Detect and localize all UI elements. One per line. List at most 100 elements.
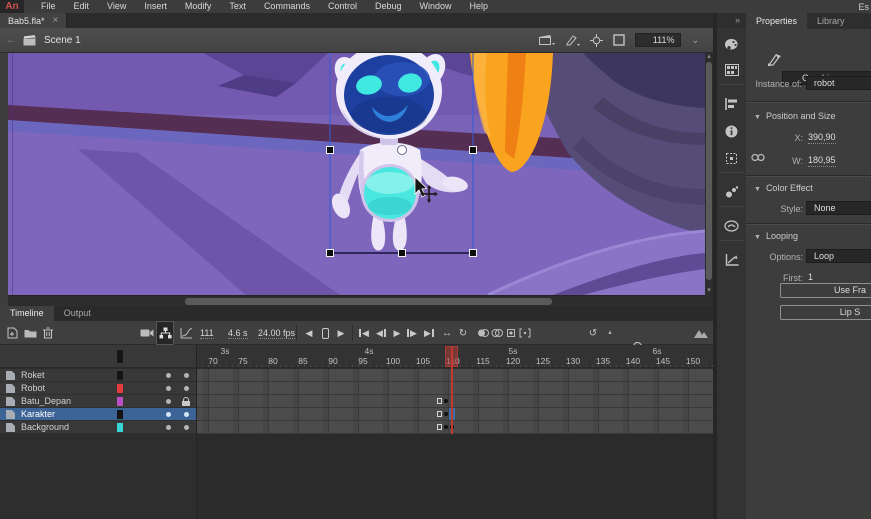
edit-scene-button[interactable] — [539, 34, 555, 46]
go-to-last-frame-button[interactable]: ▶ — [421, 321, 437, 345]
menu-insert[interactable]: Insert — [135, 0, 176, 13]
w-value[interactable]: 180,95 — [808, 155, 836, 167]
loop-options-dropdown[interactable]: Loop — [806, 249, 871, 263]
frame-row-roket[interactable] — [197, 369, 713, 382]
clip-content-button[interactable] — [613, 34, 625, 46]
layer-visibility-toggle[interactable] — [166, 386, 171, 391]
menu-view[interactable]: View — [98, 0, 135, 13]
layer-lock-toggle[interactable] — [184, 412, 189, 417]
collapse-panels-icon[interactable]: » — [735, 15, 739, 25]
layer-lock-toggle[interactable] — [184, 386, 189, 391]
layer-row-background[interactable]: Background — [0, 421, 197, 434]
pause-button[interactable] — [318, 321, 332, 345]
color-effect-section-header[interactable]: ▼Color Effect — [754, 183, 813, 193]
looping-section-header[interactable]: ▼Looping — [754, 231, 798, 241]
stage-horizontal-scrollbar[interactable] — [8, 295, 705, 306]
stage-canvas[interactable] — [8, 53, 705, 295]
step-back-one-frame-button[interactable]: ◀ — [373, 321, 389, 345]
layer-lock-toggle[interactable] — [184, 373, 189, 378]
layer-outline-swatch[interactable] — [117, 384, 123, 393]
menu-window[interactable]: Window — [411, 0, 461, 13]
layer-name[interactable]: Robot — [21, 383, 45, 393]
workspace-switcher[interactable]: Es — [858, 2, 871, 12]
layer-name[interactable]: Batu_Depan — [21, 396, 71, 406]
frame-row-robot[interactable] — [197, 382, 713, 395]
layer-outline-swatch[interactable] — [117, 371, 123, 380]
layer-outline-swatch[interactable] — [117, 410, 123, 419]
zoom-dropdown-chevron-icon[interactable]: ⌄ — [691, 35, 699, 46]
zoom-level-field[interactable]: 111% — [635, 33, 681, 47]
swatches-panel-icon[interactable] — [717, 58, 746, 82]
tab-output[interactable]: Output — [54, 306, 101, 321]
frame-row-batu-depan[interactable] — [197, 395, 713, 408]
outline-column-header[interactable] — [117, 350, 123, 363]
layer-row-robot[interactable]: Robot — [0, 382, 197, 395]
keyframe-dot[interactable] — [444, 425, 448, 429]
cc-libraries-panel-icon[interactable] — [717, 214, 746, 238]
layer-visibility-toggle[interactable] — [166, 412, 171, 417]
motion-editor-panel-icon[interactable] — [717, 248, 746, 272]
loop-playback-button[interactable]: ↻ — [456, 321, 470, 345]
elapsed-time-field[interactable]: 4.6 s — [228, 328, 248, 339]
current-frame-field[interactable]: 111 — [200, 328, 214, 339]
go-to-first-frame-button[interactable]: ◀ — [356, 321, 372, 345]
transform-panel-icon[interactable] — [717, 146, 746, 170]
zoom-in-frames-icon[interactable] — [692, 321, 710, 345]
keyframe-dot[interactable] — [444, 399, 448, 403]
edit-multiple-frames-button[interactable] — [504, 321, 518, 345]
horizontal-scroll-thumb[interactable] — [185, 298, 552, 305]
frame-rate-field[interactable]: 24.00 fps — [258, 328, 295, 339]
menu-control[interactable]: Control — [319, 0, 366, 13]
layer-parenting-button[interactable] — [156, 321, 174, 345]
menu-modify[interactable]: Modify — [176, 0, 221, 13]
step-forward-button[interactable]: ▶ — [334, 321, 348, 345]
layer-visibility-toggle[interactable] — [166, 425, 171, 430]
scroll-up-icon[interactable]: ▴ — [705, 53, 713, 61]
layer-outline-swatch[interactable] — [117, 423, 123, 432]
layer-row-karakter[interactable]: Karakter — [0, 408, 197, 421]
stage-vertical-scrollbar[interactable]: ▴ ▾ — [705, 53, 713, 295]
layer-locked-icon[interactable] — [182, 397, 190, 406]
playhead-line[interactable] — [451, 347, 453, 434]
layer-name[interactable]: Karakter — [21, 409, 55, 419]
menu-file[interactable]: File — [32, 0, 65, 13]
reset-timeline-zoom-button[interactable]: ↺ — [586, 321, 600, 345]
layer-lock-toggle[interactable] — [184, 425, 189, 430]
layer-row-roket[interactable]: Roket — [0, 369, 197, 382]
align-panel-icon[interactable] — [717, 92, 746, 116]
frames-grid[interactable] — [197, 369, 713, 434]
onion-skin-outlines-button[interactable] — [490, 321, 504, 345]
position-size-section-header[interactable]: ▼Position and Size — [754, 111, 835, 121]
layer-visibility-toggle[interactable] — [166, 399, 171, 404]
layer-name[interactable]: Roket — [21, 370, 45, 380]
layer-visibility-toggle[interactable] — [166, 373, 171, 378]
tab-timeline[interactable]: Timeline — [0, 306, 54, 321]
center-frame-button[interactable] — [590, 34, 603, 47]
new-layer-button[interactable] — [4, 321, 20, 345]
document-tab[interactable]: Bab5.fla* × — [0, 13, 67, 28]
menu-text[interactable]: Text — [220, 0, 255, 13]
menu-debug[interactable]: Debug — [366, 0, 411, 13]
link-width-height-icon[interactable] — [751, 153, 765, 162]
center-playhead-button[interactable]: ↔ — [440, 321, 454, 345]
info-panel-icon[interactable] — [717, 119, 746, 143]
close-tab-icon[interactable]: × — [53, 16, 59, 25]
tab-library[interactable]: Library — [807, 13, 855, 29]
keyframe-dot[interactable] — [444, 412, 448, 416]
modify-markers-button[interactable] — [518, 321, 532, 345]
frame-row-karakter[interactable] — [197, 408, 713, 421]
layer-row-batu-depan[interactable]: Batu_Depan — [0, 395, 197, 408]
menu-edit[interactable]: Edit — [65, 0, 99, 13]
timeline-ruler[interactable]: 3s 4s 5s 6s 70 75 80 85 90 95 100 105 11… — [197, 345, 713, 368]
scroll-down-icon[interactable]: ▾ — [705, 287, 713, 295]
lip-sync-button[interactable]: Lip S — [780, 305, 871, 320]
timeline-divider[interactable] — [196, 345, 197, 434]
menu-help[interactable]: Help — [461, 0, 498, 13]
onion-skin-button[interactable] — [476, 321, 490, 345]
edit-symbols-button[interactable] — [565, 34, 580, 46]
use-frame-picker-button[interactable]: Use Fra — [780, 283, 871, 298]
step-forward-one-frame-button[interactable]: ▶ — [404, 321, 420, 345]
vertical-scroll-thumb[interactable] — [706, 62, 712, 280]
layer-outline-swatch[interactable] — [117, 397, 123, 406]
brush-library-panel-icon[interactable] — [717, 180, 746, 204]
